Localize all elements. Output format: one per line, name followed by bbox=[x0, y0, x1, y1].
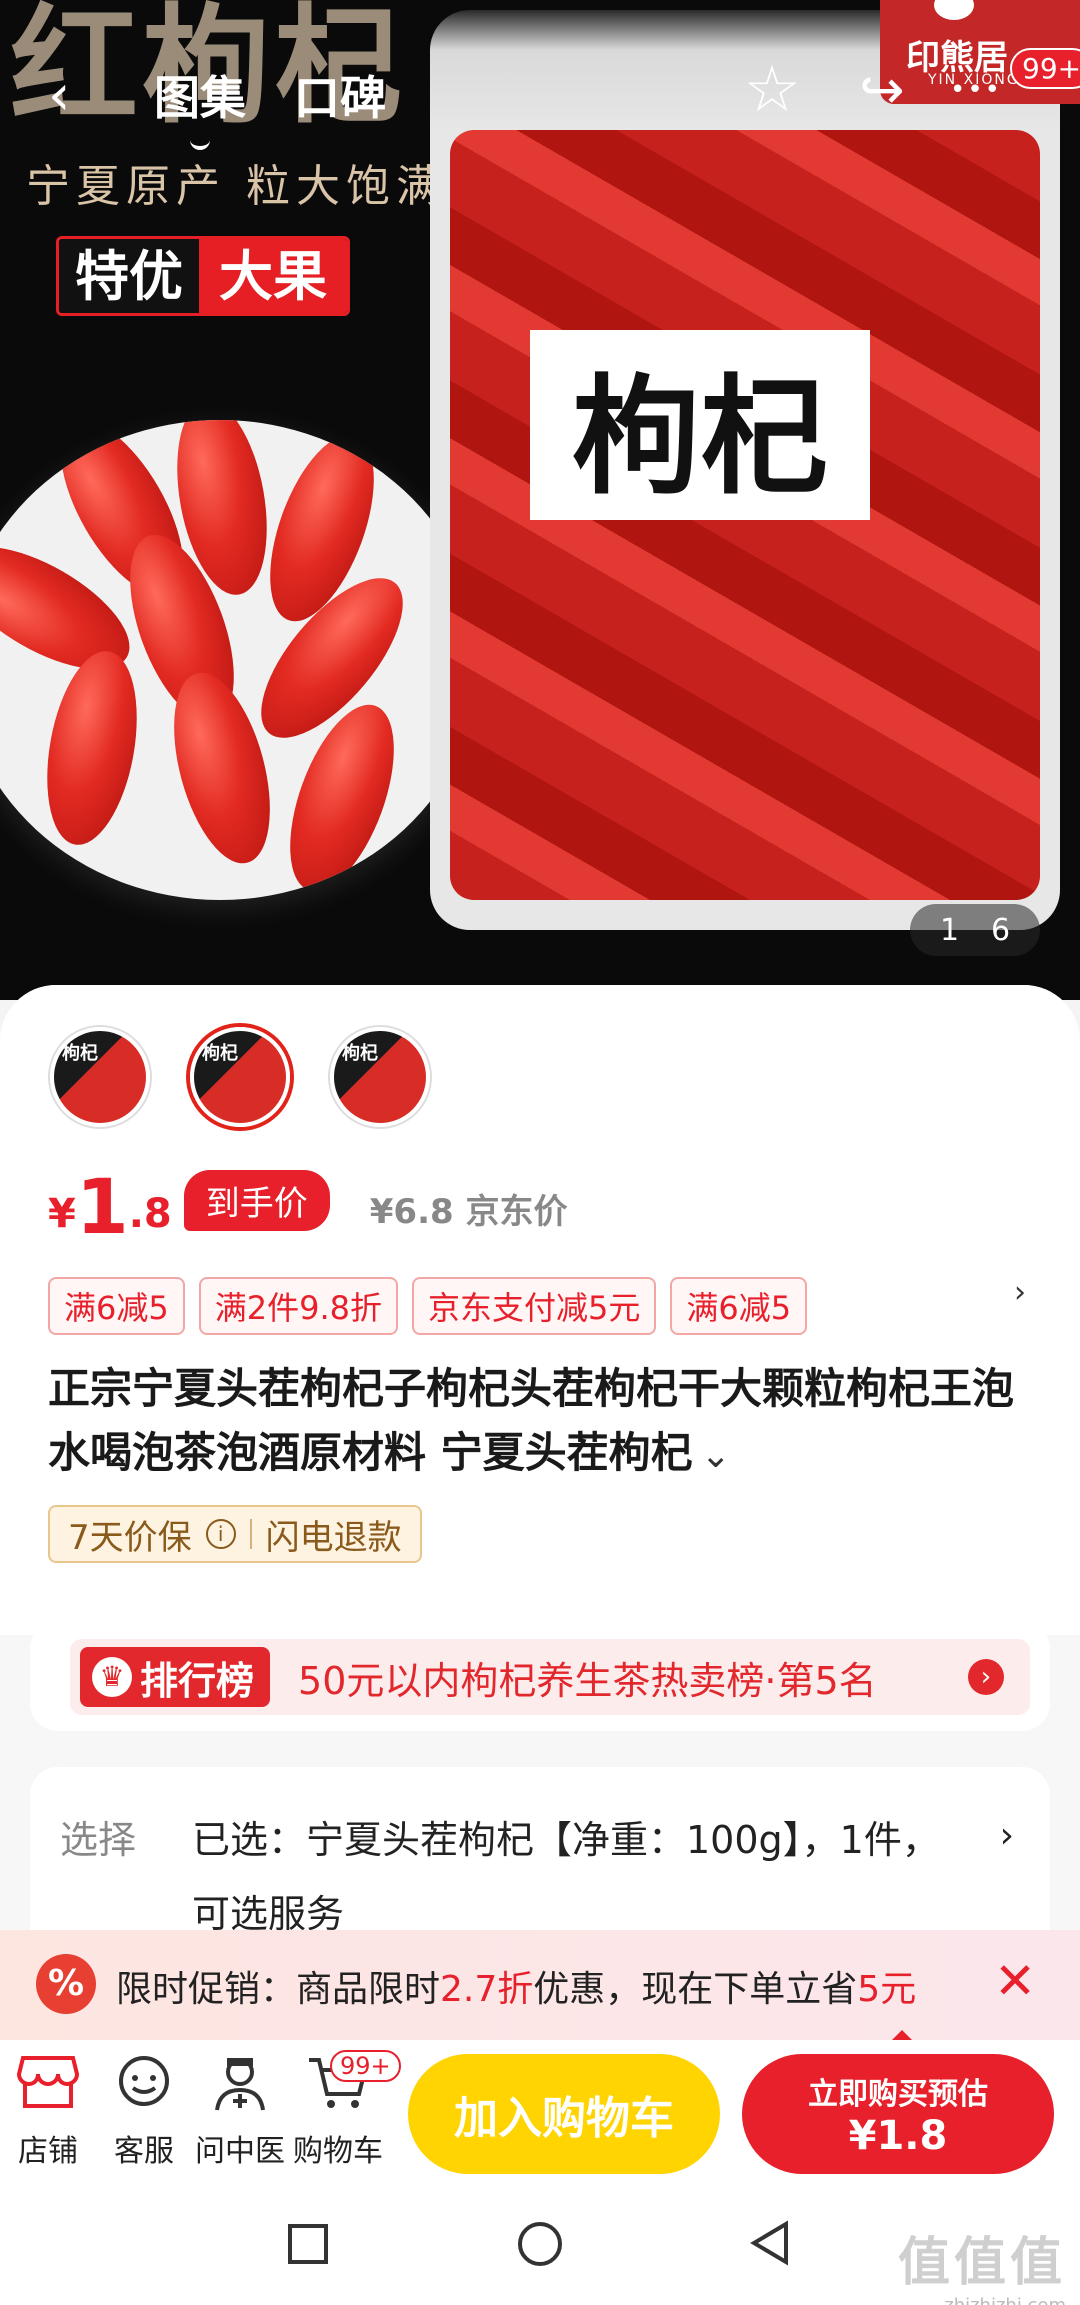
doctor-button[interactable]: 问中医 bbox=[192, 2054, 288, 2170]
coupon-item[interactable]: 满2件9.8折 bbox=[198, 1277, 398, 1335]
coupon-item[interactable]: 满6减5 bbox=[48, 1277, 185, 1335]
chevron-right-icon[interactable]: › bbox=[1000, 1815, 1014, 1856]
share-icon[interactable]: ↪ bbox=[850, 58, 914, 122]
top-nav: ‹ 图集 口碑 ☆ ↪ ••• bbox=[0, 40, 1080, 160]
favorite-star-icon[interactable]: ☆ bbox=[740, 58, 804, 122]
ranking-text: 50元以内枸杞养生茶热卖榜·第5名 bbox=[298, 1658, 877, 1703]
image-pager: 1 6 bbox=[910, 904, 1040, 956]
pager-total: 6 bbox=[990, 912, 1011, 948]
goji-berry bbox=[33, 644, 151, 852]
close-icon[interactable]: ✕ bbox=[994, 1952, 1036, 2010]
final-price-tag: 到手价 bbox=[183, 1170, 330, 1231]
recent-apps-icon[interactable] bbox=[280, 2220, 336, 2276]
more-icon[interactable]: ••• bbox=[944, 58, 1008, 122]
product-detail-sheet: 枸杞 枸杞 枸杞 ¥ 1 .8 到手价 ¥6.8 京东价 满6减5 满2件9.8… bbox=[0, 985, 1080, 2067]
watermark-url: zhizhizhi.com bbox=[898, 2295, 1066, 2305]
ranking-tag: ♛ 排行榜 bbox=[80, 1647, 271, 1707]
back-nav-icon[interactable] bbox=[742, 2220, 798, 2276]
hero-tag-right: 大果 bbox=[199, 239, 347, 313]
chevron-right-icon[interactable]: › bbox=[968, 1659, 1004, 1695]
bear-logo-icon bbox=[934, 0, 974, 20]
selected-spec: 已选：宁夏头茬枸杞【净重：100g】，1件，可选服务 bbox=[192, 1818, 940, 1936]
coupon-item[interactable]: 京东支付减5元 bbox=[412, 1277, 657, 1335]
add-to-cart-button[interactable]: 加入购物车 bbox=[408, 2054, 720, 2174]
jd-price: ¥6.8 京东价 bbox=[369, 1192, 568, 1232]
ranking-tag-label: 排行榜 bbox=[140, 1658, 255, 1703]
sku-thumbnails: 枸杞 枸杞 枸杞 bbox=[50, 1027, 430, 1127]
chat-icon bbox=[96, 2054, 192, 2120]
ranking-card[interactable]: ♛ 排行榜 50元以内枸杞养生茶热卖榜·第5名 › bbox=[30, 1621, 1050, 1731]
thumbnail-label: 枸杞 bbox=[62, 1043, 98, 1064]
hero-tag-left: 特优 bbox=[59, 239, 199, 313]
doctor-icon bbox=[192, 2054, 288, 2120]
product-title[interactable]: 正宗宁夏头茬枸杞子枸杞头茬枸杞干大颗粒枸杞王泡水喝泡茶泡酒原材料 宁夏头茬枸杞 ⌄ bbox=[48, 1357, 1028, 1488]
goji-bowl-image bbox=[0, 420, 480, 900]
promo-pre: 限时促销：商品限时 bbox=[116, 1969, 441, 2010]
product-page: 红枸杞 宁夏原产 粒大饱满 特优 大果 枸杞 印熊居 YIN XIONG JU bbox=[0, 0, 1080, 2305]
cart-count-badge: 99+ bbox=[1010, 48, 1080, 89]
home-icon[interactable] bbox=[512, 2220, 568, 2276]
trophy-icon: ♛ bbox=[92, 1657, 132, 1697]
service-label: 客服 bbox=[114, 2134, 174, 2169]
price-decimal: .8 bbox=[128, 1191, 172, 1237]
divider bbox=[249, 1519, 252, 1549]
price-currency: ¥ bbox=[48, 1191, 76, 1237]
product-info-card: 枸杞 枸杞 枸杞 ¥ 1 .8 到手价 ¥6.8 京东价 满6减5 满2件9.8… bbox=[0, 985, 1080, 1635]
price-integer: 1 bbox=[75, 1162, 129, 1251]
watermark-logo: 值值值 bbox=[897, 2233, 1066, 2293]
fast-refund-label: 闪电退款 bbox=[265, 1517, 402, 1558]
customer-service-button[interactable]: 客服 bbox=[96, 2054, 192, 2170]
buy-now-title: 立即购买预估 bbox=[808, 2077, 988, 2112]
thumbnail-label: 枸杞 bbox=[202, 1043, 238, 1064]
product-title-text: 正宗宁夏头茬枸杞子枸杞头茬枸杞干大颗粒枸杞王泡水喝泡茶泡酒原材料 宁夏头茬枸杞 bbox=[48, 1364, 1015, 1477]
sku-thumbnail[interactable]: 枸杞 bbox=[330, 1027, 430, 1127]
shop-icon bbox=[0, 2054, 96, 2120]
coupon-list: 满6减5 满2件9.8折 京东支付减5元 满6减5 bbox=[48, 1277, 808, 1335]
cart-label: 购物车 bbox=[293, 2134, 383, 2169]
price-protect-label: 7天价保 bbox=[68, 1517, 192, 1558]
promo-discount: 2.7折 bbox=[440, 1969, 534, 2010]
promo-text: 限时促销：商品限时2.7折优惠，现在下单立省5元 bbox=[116, 1960, 916, 2012]
doctor-label: 问中医 bbox=[195, 2134, 285, 2169]
buy-now-price: ¥1.8 bbox=[848, 2113, 948, 2159]
bottom-action-bar: 店铺 客服 问中医 购物车 99+ 加入购物车 立即购买预估 ¥1.8 bbox=[0, 2040, 1080, 2190]
buy-now-button[interactable]: 立即购买预估 ¥1.8 bbox=[742, 2054, 1054, 2174]
tab-reviews[interactable]: 口碑 bbox=[294, 62, 386, 128]
shop-button[interactable]: 店铺 bbox=[0, 2054, 96, 2170]
promo-banner[interactable]: % 限时促销：商品限时2.7折优惠，现在下单立省5元 ✕ bbox=[0, 1930, 1080, 2040]
tab-gallery[interactable]: 图集 bbox=[154, 62, 246, 150]
back-icon[interactable]: ‹ bbox=[48, 66, 98, 126]
thumbnail-label: 枸杞 bbox=[342, 1043, 378, 1064]
product-hero-image[interactable]: 红枸杞 宁夏原产 粒大饱满 特优 大果 枸杞 印熊居 YIN XIONG JU bbox=[0, 0, 1080, 1000]
promo-mid: 优惠，现在下单立省 bbox=[533, 1969, 858, 2010]
chevron-down-icon[interactable]: ⌄ bbox=[701, 1435, 731, 1476]
guarantee-badge[interactable]: 7天价保 i 闪电退款 bbox=[48, 1505, 422, 1563]
discount-icon: % bbox=[36, 1954, 96, 2014]
info-icon[interactable]: i bbox=[205, 1519, 236, 1549]
selector-label: 选择 bbox=[60, 1818, 137, 1862]
bag-label: 枸杞 bbox=[530, 330, 870, 520]
sku-thumbnail[interactable]: 枸杞 bbox=[50, 1027, 150, 1127]
promo-save: 5元 bbox=[857, 1969, 917, 2010]
coupon-item[interactable]: 满6减5 bbox=[670, 1277, 808, 1335]
price-row: ¥ 1 .8 到手价 ¥6.8 京东价 bbox=[48, 1165, 568, 1245]
sku-thumbnail[interactable]: 枸杞 bbox=[190, 1027, 290, 1127]
watermark: 值值值 zhizhizhi.com bbox=[898, 2220, 1066, 2305]
ranking-banner[interactable]: ♛ 排行榜 50元以内枸杞养生茶热卖榜·第5名 › bbox=[70, 1639, 1030, 1715]
coupon-more-icon[interactable]: › bbox=[1014, 1275, 1026, 1310]
shop-label: 店铺 bbox=[18, 2134, 78, 2169]
cart-badge: 99+ bbox=[330, 2050, 401, 2082]
hero-tag: 特优 大果 bbox=[56, 236, 350, 316]
pager-current: 1 bbox=[939, 912, 960, 948]
